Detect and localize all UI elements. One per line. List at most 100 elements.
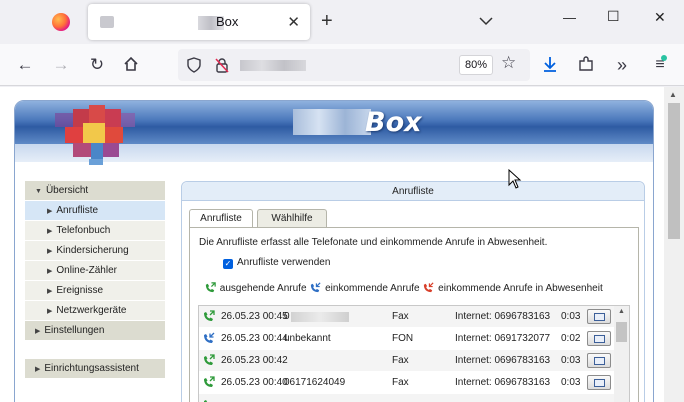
reload-icon[interactable]: ↻ [86, 54, 108, 76]
call-duration: 0:03 [561, 355, 581, 366]
sidebar-item-uebersicht[interactable]: ▼ Übersicht [25, 181, 165, 201]
tab-anrufliste[interactable]: Anrufliste [189, 209, 253, 228]
outgoing-call-icon [204, 400, 208, 402]
phonebook-button[interactable] [587, 353, 611, 368]
call-port: Fax [392, 355, 409, 366]
call-list: 26.05.23 00:45 0 Fax Internet: 069678316… [198, 305, 630, 402]
navigation-toolbar: ← → ↻ 80% ☆ » ≡ [0, 44, 684, 86]
sidebar-item-anrufliste[interactable]: ▶ Anrufliste [25, 201, 165, 221]
sidebar-item-ereignisse[interactable]: ▶ Ereignisse [25, 281, 165, 301]
notification-dot [661, 55, 667, 61]
triangle-right-icon: ▶ [35, 366, 41, 373]
sidebar-menu: ▼ Übersicht ▶ Anrufliste ▶ Telefonbuch ▶ Kin… [25, 181, 165, 379]
shield-icon[interactable] [186, 57, 202, 73]
call-type-legend: ausgehende Anrufe einkommende Anrufe ein… [204, 281, 603, 294]
incoming-call-icon [311, 282, 321, 293]
book-icon [594, 313, 605, 321]
zoom-indicator[interactable]: 80% [459, 55, 493, 75]
plus-icon[interactable]: + [321, 11, 333, 31]
checkbox-checked-icon[interactable]: ✓ [223, 259, 233, 269]
mouse-cursor-icon [508, 169, 522, 189]
scrollbar-thumb[interactable] [668, 103, 680, 239]
tab-strip: Box ✕ + — ☐ ✕ [0, 0, 684, 44]
triangle-right-icon: ▶ [47, 308, 53, 315]
home-icon[interactable] [122, 55, 140, 73]
triangle-right-icon: ▶ [47, 208, 53, 215]
scroll-up-icon[interactable]: ▲ [618, 308, 625, 315]
triangle-right-icon: ▶ [47, 228, 53, 235]
call-duration: 0:02 [561, 333, 581, 344]
outgoing-call-icon [205, 282, 216, 293]
outgoing-call-icon [204, 354, 215, 365]
call-number: 0 [284, 311, 384, 322]
forward-icon[interactable]: → [50, 54, 72, 76]
window-close-icon[interactable]: ✕ [654, 9, 666, 26]
tab-waehlhilfe[interactable]: Wählhilfe [257, 209, 327, 227]
sidebar-item-einrichtungsassistent[interactable]: ▶ Einrichtungsassistent [25, 359, 165, 379]
lock-icon[interactable] [214, 57, 230, 73]
favicon [100, 16, 114, 28]
book-icon [594, 379, 605, 387]
call-port: Fax [392, 311, 409, 322]
star-icon[interactable]: ☆ [501, 53, 516, 73]
sidebar-item-einstellungen[interactable]: ▶ Einstellungen [25, 321, 165, 341]
scroll-up-icon[interactable]: ▲ [669, 90, 677, 99]
extensions-icon[interactable] [577, 55, 595, 73]
triangle-right-icon: ▶ [47, 248, 53, 255]
triangle-right-icon: ▶ [47, 268, 53, 275]
call-extension: Internet: 0691732077 [455, 333, 551, 344]
browser-tab[interactable]: Box ✕ [88, 4, 310, 40]
call-row[interactable] [199, 394, 615, 402]
sidebar-item-online-zaehler[interactable]: ▶ Online-Zähler [25, 261, 165, 281]
call-extension: Internet: 0696783163 [455, 377, 551, 388]
page-scrollbar[interactable]: ▲ [664, 87, 684, 402]
menu-icon[interactable]: ≡ [649, 54, 671, 76]
call-number: 06171624049 [284, 377, 346, 388]
call-datetime: 26.05.23 00:40 [221, 377, 288, 388]
book-icon [594, 357, 605, 365]
close-icon[interactable]: ✕ [287, 13, 300, 31]
triangle-right-icon: ▶ [47, 288, 53, 295]
outgoing-call-icon [204, 310, 215, 321]
call-datetime: 26.05.23 00:42 [221, 355, 288, 366]
scrollbar-thumb[interactable] [616, 322, 627, 342]
incoming-call-icon [204, 332, 215, 343]
call-extension: Internet: 0696783163 [455, 355, 551, 366]
phonebook-button[interactable] [587, 375, 611, 390]
url-bar[interactable]: 80% ☆ [178, 49, 530, 81]
triangle-down-icon: ▼ [35, 188, 42, 195]
triangle-right-icon: ▶ [35, 328, 41, 335]
maximize-icon[interactable]: ☐ [607, 8, 620, 25]
call-row[interactable]: 26.05.23 00:44 unbekannt FON Internet: 0… [199, 328, 615, 349]
fritzbox-frame: Box ▼ Übersicht ▶ Anrufliste ▶ Telefonbuch … [14, 100, 654, 402]
sidebar-item-netzwerkgeraete[interactable]: ▶ Netzwerkgeräte [25, 301, 165, 321]
call-port: FON [392, 333, 414, 344]
description-text: Die Anrufliste erfasst alle Telefonate u… [199, 237, 548, 248]
sidebar-item-kindersicherung[interactable]: ▶ Kindersicherung [25, 241, 165, 261]
phonebook-button[interactable] [587, 309, 611, 324]
overflow-icon[interactable]: » [611, 54, 633, 76]
missed-call-icon [424, 282, 434, 293]
tab-content: Die Anrufliste erfasst alle Telefonate u… [189, 227, 639, 402]
call-row[interactable]: 26.05.23 00:45 0 Fax Internet: 069678316… [199, 306, 615, 327]
call-port: Fax [392, 377, 409, 388]
firefox-icon[interactable] [52, 13, 70, 31]
call-datetime: 26.05.23 00:45 [221, 311, 288, 322]
page-viewport: Box ▼ Übersicht ▶ Anrufliste ▶ Telefonbuch … [0, 87, 684, 402]
sidebar-item-telefonbuch[interactable]: ▶ Telefonbuch [25, 221, 165, 241]
call-row[interactable]: 26.05.23 00:40 06171624049 Fax Internet:… [199, 372, 615, 393]
redacted-url [240, 60, 306, 71]
fritz-logo-icon [55, 105, 135, 165]
call-extension: Internet: 0696783163 [455, 311, 551, 322]
call-row[interactable]: 26.05.23 00:42 Fax Internet: 0696783163 … [199, 350, 615, 371]
chevron-down-icon[interactable] [478, 13, 494, 29]
call-number: unbekannt [284, 333, 331, 344]
call-duration: 0:03 [561, 311, 581, 322]
phonebook-button[interactable] [587, 331, 611, 346]
minimize-icon[interactable]: — [563, 10, 576, 25]
back-icon[interactable]: ← [14, 54, 36, 76]
anrufliste-checkbox-row[interactable]: ✓ Anrufliste verwenden [223, 257, 330, 269]
download-icon[interactable] [541, 55, 559, 73]
call-datetime: 26.05.23 00:44 [221, 333, 288, 344]
call-list-scrollbar[interactable]: ▲ [614, 306, 629, 402]
